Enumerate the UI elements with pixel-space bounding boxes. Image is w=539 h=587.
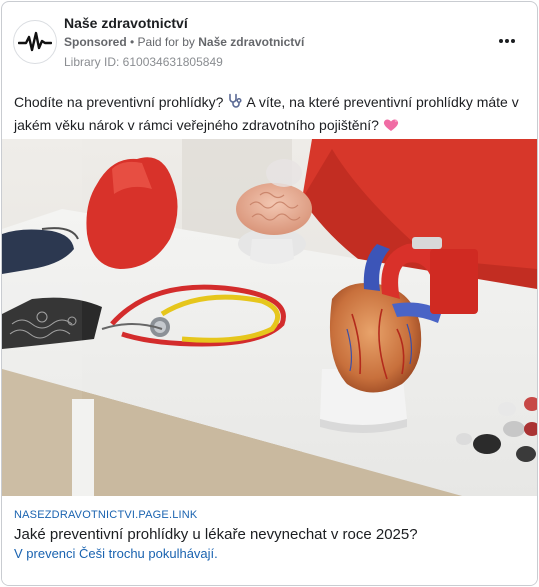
ad-card: Naše zdravotnictví Sponsored • Paid for … <box>1 1 538 586</box>
link-description[interactable]: V prevenci Češi trochu pokulhávají. <box>14 546 524 561</box>
link-preview[interactable]: NASEZDRAVOTNICTVI.PAGE.LINK Jaké prevent… <box>2 496 537 585</box>
link-domain[interactable]: NASEZDRAVOTNICTVI.PAGE.LINK <box>14 509 197 521</box>
sponsored-meta: Sponsored • Paid for by Naše zdravotnict… <box>64 35 304 49</box>
more-options-icon <box>498 39 503 43</box>
link-headline[interactable]: Jaké preventivní prohlídky u lékaře nevy… <box>14 526 524 543</box>
sponsored-label: Sponsored <box>64 35 127 49</box>
paid-for-name[interactable]: Naše zdravotnictví <box>198 35 304 49</box>
heart-icon <box>383 117 399 138</box>
post-body-text: Chodíte na preventivní prohlídky? A víte… <box>14 92 526 138</box>
medical-models-photo <box>2 139 537 496</box>
heartbeat-pulse-icon <box>18 31 52 52</box>
body-text-part1: Chodíte na preventivní prohlídky? <box>14 94 228 110</box>
paid-for-prefix: • Paid for by <box>126 35 199 49</box>
more-options-button[interactable] <box>493 32 521 50</box>
more-dot <box>511 39 516 43</box>
page-name-link[interactable]: Naše zdravotnictví <box>64 15 188 31</box>
ad-image[interactable] <box>2 139 537 496</box>
stethoscope-icon <box>227 93 243 115</box>
page-avatar[interactable] <box>13 20 57 64</box>
post-header: Naše zdravotnictví Sponsored • Paid for … <box>2 2 537 80</box>
library-id: Library ID: 610034631805849 <box>64 55 223 69</box>
more-dot <box>505 39 509 43</box>
